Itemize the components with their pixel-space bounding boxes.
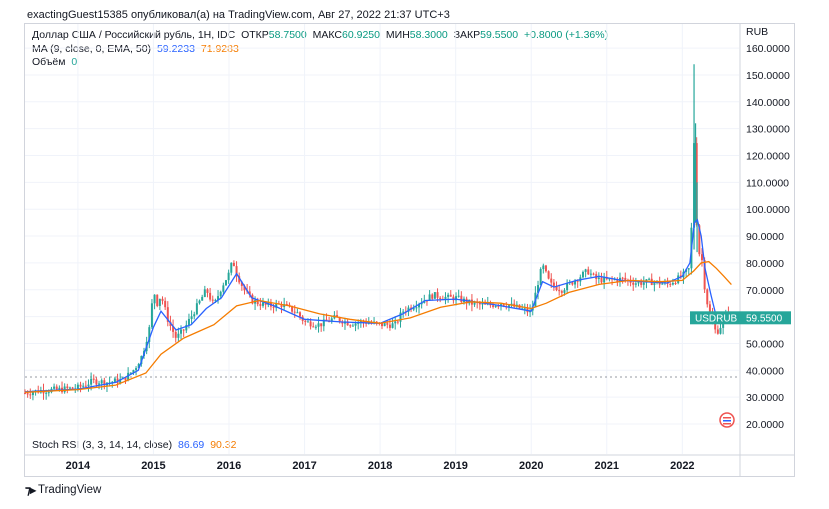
open-label: ОТКР xyxy=(241,29,269,41)
ma-label: MA (9, close, 0, EMA, 50) xyxy=(32,43,152,55)
symbol-title: Доллар США / Российский рубль, 1H, IDC xyxy=(32,29,236,41)
footer-brand[interactable]: TradingView xyxy=(38,484,101,496)
tradingview-logo-icon: ⁊▸ xyxy=(25,483,36,497)
symbol-legend: Доллар США / Российский рубль, 1H, IDC О… xyxy=(32,29,611,41)
volume-legend: Объём 0 xyxy=(32,56,80,68)
ma-value-2: 71.9283 xyxy=(200,43,239,55)
publisher-line: exactingGuest15385 опубликовал(а) на Tra… xyxy=(27,9,450,21)
stoch-legend: Stoch RSI (3, 3, 14, 14, close) 86.69 90… xyxy=(32,439,239,451)
high-label: МАКС xyxy=(312,29,343,41)
close-label: ЗАКР xyxy=(453,29,481,41)
stoch-k-value: 86.69 xyxy=(178,439,205,451)
open-value: 58.7500 xyxy=(268,29,307,41)
close-value: 59.5500 xyxy=(480,29,519,41)
stoch-label: Stoch RSI (3, 3, 14, 14, close) xyxy=(32,439,173,451)
ma-value-1: 59.2233 xyxy=(156,43,195,55)
high-value: 60.9250 xyxy=(342,29,380,41)
chart-frame[interactable] xyxy=(24,23,795,477)
stoch-d-value: 90.32 xyxy=(210,439,237,451)
volume-value: 0 xyxy=(71,56,78,68)
change-value: +0.8000 (+1.36%) xyxy=(524,29,609,41)
footer[interactable]: ⁊▸ TradingView xyxy=(25,483,101,497)
ma-legend: MA (9, close, 0, EMA, 50) 59.2233 71.928… xyxy=(32,43,242,55)
volume-label: Объём xyxy=(32,56,66,68)
low-value: 58.3000 xyxy=(409,29,448,41)
low-label: МИН xyxy=(385,29,410,41)
